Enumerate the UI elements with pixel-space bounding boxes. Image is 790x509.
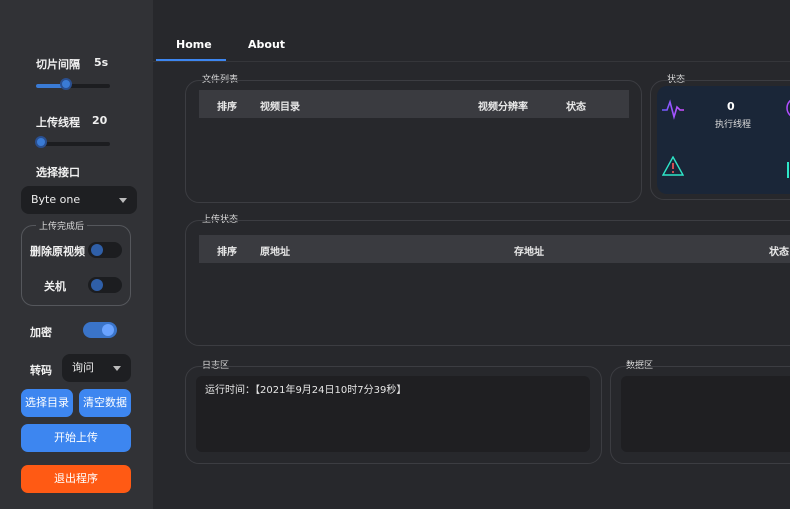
slice-interval-slider-handle[interactable] xyxy=(60,78,72,90)
column-header-source[interactable]: 原地址 xyxy=(260,243,290,258)
shutdown-label: 关机 xyxy=(44,280,66,293)
sidebar: 切片间隔 5s 上传线程 20 选择接口 Byte one 上传完成后 删除原视… xyxy=(0,0,153,509)
column-header-resolution[interactable]: 视频分辨率 xyxy=(478,98,528,113)
threads-count: 0 xyxy=(727,100,735,113)
delete-source-label: 删除原视频 xyxy=(30,245,85,258)
column-header-order[interactable]: 排序 xyxy=(217,98,237,113)
bar-icon xyxy=(787,162,789,178)
file-list-header: 排序 视频目录 视频分辨率 状态 xyxy=(199,90,629,118)
column-header-status[interactable]: 状态 xyxy=(566,98,586,113)
upload-threads-slider[interactable] xyxy=(35,136,110,148)
log-line: 运行时间：【2021年9月24日10时7分39秒】 xyxy=(205,385,407,396)
tab-about[interactable]: About xyxy=(248,38,285,51)
log-textarea[interactable]: 运行时间：【2021年9月24日10时7分39秒】 xyxy=(196,376,590,452)
column-header-destination[interactable]: 存地址 xyxy=(514,243,544,258)
exit-button[interactable]: 退出程序 xyxy=(21,465,131,493)
toggle-knob xyxy=(91,244,103,256)
upload-status-header: 排序 原地址 存地址 状态 xyxy=(199,235,790,263)
transcode-label: 转码 xyxy=(30,364,52,377)
clear-data-button[interactable]: 清空数据 xyxy=(79,389,131,417)
data-area-box[interactable] xyxy=(621,376,790,452)
active-tab-indicator xyxy=(156,59,226,61)
column-header-status[interactable]: 状态 xyxy=(769,243,789,258)
encrypt-toggle[interactable] xyxy=(83,322,117,338)
toggle-knob xyxy=(91,279,103,291)
slice-interval-slider[interactable] xyxy=(36,78,110,90)
select-directory-button[interactable]: 选择目录 xyxy=(21,389,73,417)
upload-threads-value: 20 xyxy=(92,114,108,127)
slice-interval-value: 5s xyxy=(94,56,109,69)
toggle-knob xyxy=(102,324,114,336)
column-header-order[interactable]: 排序 xyxy=(217,243,237,258)
after-upload-group xyxy=(21,225,131,306)
tab-home[interactable]: Home xyxy=(176,38,212,51)
encrypt-label: 加密 xyxy=(30,326,52,339)
chevron-down-icon xyxy=(119,198,127,203)
upload-threads-slider-handle[interactable] xyxy=(35,136,47,148)
tab-bar-divider xyxy=(153,61,790,62)
transcode-select-value: 询问 xyxy=(72,361,94,374)
delete-source-toggle[interactable] xyxy=(88,242,122,258)
threads-label: 执行线程 xyxy=(715,120,752,130)
interface-label: 选择接口 xyxy=(36,166,80,179)
status-card: 0 执行线程 xyxy=(657,86,790,194)
start-upload-button[interactable]: 开始上传 xyxy=(21,424,131,452)
transcode-select[interactable]: 询问 xyxy=(62,354,131,382)
upload-threads-label: 上传线程 xyxy=(36,116,80,129)
column-header-video-dir[interactable]: 视频目录 xyxy=(260,98,300,113)
after-upload-title: 上传完成后 xyxy=(36,219,88,232)
chevron-down-icon xyxy=(113,366,121,371)
ring-icon xyxy=(786,99,790,117)
warning-icon xyxy=(662,156,684,176)
interface-select[interactable]: Byte one xyxy=(21,186,137,214)
interface-select-value: Byte one xyxy=(31,193,81,206)
shutdown-toggle[interactable] xyxy=(88,277,122,293)
pulse-icon xyxy=(662,99,684,120)
slice-interval-label: 切片间隔 xyxy=(36,58,80,71)
